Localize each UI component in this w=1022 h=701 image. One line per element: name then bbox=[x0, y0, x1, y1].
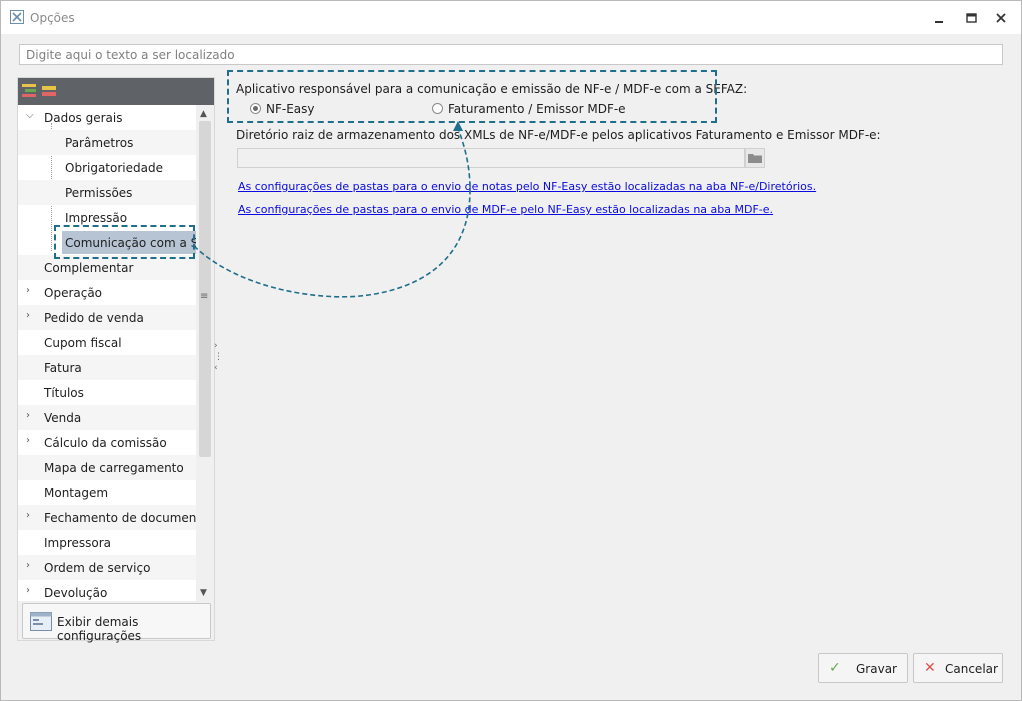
chevron-right-icon[interactable]: › bbox=[26, 310, 30, 321]
tree-item-titulos[interactable]: Títulos bbox=[18, 380, 196, 405]
search-input[interactable] bbox=[19, 44, 1003, 65]
tree-item-impressora[interactable]: Impressora bbox=[18, 530, 196, 555]
browse-folder-button[interactable] bbox=[745, 148, 765, 168]
highlight-radio-group bbox=[227, 70, 717, 123]
minimize-icon[interactable] bbox=[931, 10, 947, 26]
chevron-right-icon[interactable]: › bbox=[26, 510, 30, 521]
tree-item-pedido-de-venda[interactable]: › Pedido de venda bbox=[18, 305, 196, 330]
folder-icon bbox=[748, 154, 762, 163]
link-nfe-directories[interactable]: As configurações de pastas para o envio … bbox=[238, 180, 816, 193]
tree-item-permissoes[interactable]: Permissões bbox=[18, 180, 196, 205]
window-settings-icon bbox=[30, 612, 52, 631]
settings-tree: ⌵ Dados gerais Parâmetros Obrigatoriedad… bbox=[18, 105, 196, 601]
communication-settings-panel: Aplicativo responsável para a comunicaçã… bbox=[236, 82, 881, 216]
cancel-button[interactable]: ✕ Cancelar bbox=[913, 653, 1003, 683]
app-logo-icon bbox=[10, 10, 24, 24]
check-icon: ✓ bbox=[829, 660, 841, 676]
scroll-thumb[interactable]: ≡ bbox=[199, 121, 211, 457]
tree-item-mapa-carregamento[interactable]: Mapa de carregamento bbox=[18, 455, 196, 480]
chevron-right-icon[interactable]: › bbox=[26, 285, 30, 296]
tree-item-parametros[interactable]: Parâmetros bbox=[18, 130, 196, 155]
tree-item-fechamento-documentos[interactable]: › Fechamento de documentos bbox=[18, 505, 196, 530]
close-icon[interactable] bbox=[993, 10, 1009, 26]
chevron-right-icon[interactable]: › bbox=[26, 410, 30, 421]
tree-item-venda[interactable]: › Venda bbox=[18, 405, 196, 430]
xml-directory-field bbox=[237, 148, 745, 168]
splitter-arrows-icon: › ⋮ ‹ bbox=[214, 341, 223, 373]
tree-scrollbar[interactable]: ▲ ≡ ▼ bbox=[196, 105, 214, 601]
x-icon: ✕ bbox=[924, 660, 936, 676]
save-button[interactable]: ✓ Gravar bbox=[818, 653, 908, 683]
tree-item-obrigatoriedade[interactable]: Obrigatoriedade bbox=[18, 155, 196, 180]
panel-splitter[interactable]: › ⋮ ‹ bbox=[214, 341, 223, 377]
chevron-right-icon[interactable]: › bbox=[26, 585, 30, 596]
expand-all-icon[interactable] bbox=[22, 84, 36, 98]
show-more-settings-button[interactable]: Exibir demais configurações bbox=[22, 603, 211, 643]
window-title: Opções bbox=[30, 11, 75, 25]
chevron-right-icon[interactable]: › bbox=[26, 435, 30, 446]
tree-item-fatura[interactable]: Fatura bbox=[18, 355, 196, 380]
tree-item-devolucao[interactable]: › Devolução bbox=[18, 580, 196, 601]
tree-item-dados-gerais[interactable]: ⌵ Dados gerais bbox=[18, 105, 196, 130]
title-bar: Opções bbox=[1, 1, 1021, 34]
grip-icon: ≡ bbox=[200, 291, 209, 302]
collapse-all-icon[interactable] bbox=[42, 84, 56, 98]
tree-item-calculo-comissao[interactable]: › Cálculo da comissão bbox=[18, 430, 196, 455]
tree-item-ordem-servico[interactable]: › Ordem de serviço bbox=[18, 555, 196, 580]
xml-directory-label: Diretório raiz de armazenamento dos XMLs… bbox=[236, 128, 881, 142]
scroll-up-icon[interactable]: ▲ bbox=[200, 109, 207, 119]
highlight-tree-selection bbox=[54, 225, 195, 259]
tree-item-montagem[interactable]: Montagem bbox=[18, 480, 196, 505]
scroll-down-icon[interactable]: ▼ bbox=[200, 588, 207, 598]
restore-icon[interactable] bbox=[963, 10, 979, 26]
tree-item-cupom-fiscal[interactable]: Cupom fiscal bbox=[18, 330, 196, 355]
chevron-down-icon[interactable]: ⌵ bbox=[26, 110, 34, 121]
settings-tree-panel: ⌵ Dados gerais Parâmetros Obrigatoriedad… bbox=[17, 77, 215, 643]
link-mdfe-directories[interactable]: As configurações de pastas para o envio … bbox=[238, 203, 773, 216]
tree-item-operacao[interactable]: › Operação bbox=[18, 280, 196, 305]
tree-toolbar bbox=[18, 78, 214, 105]
chevron-right-icon[interactable]: › bbox=[26, 560, 30, 571]
